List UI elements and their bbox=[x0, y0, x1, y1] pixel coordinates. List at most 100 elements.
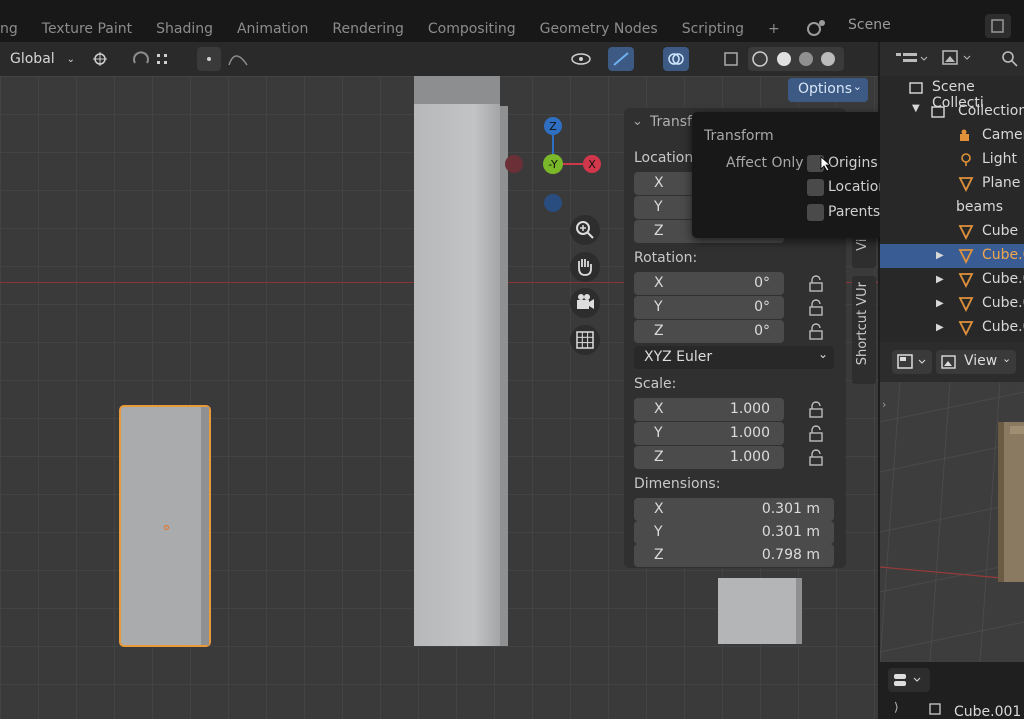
overlays-icon[interactable] bbox=[663, 47, 689, 71]
view-menu[interactable]: View ⌄ bbox=[936, 350, 1016, 374]
outliner-header bbox=[880, 42, 1024, 76]
location-label: Location: bbox=[634, 150, 698, 166]
proportional-editing-icon[interactable] bbox=[197, 47, 221, 71]
outliner-item-cube-003[interactable]: ▶ Cube.0 bbox=[880, 292, 1024, 316]
outliner-item-cube-002[interactable]: ▶ Cube.0 bbox=[880, 268, 1024, 292]
outliner-item-cube-004[interactable]: ▶ Cube.0 bbox=[880, 316, 1024, 340]
solid-shading-icon bbox=[777, 52, 791, 66]
search-icon[interactable] bbox=[1000, 49, 1020, 69]
workspace-tabs-bar: ng Texture Paint Shading Animation Rende… bbox=[0, 0, 1024, 42]
rotation-z-field[interactable]: Z 0° bbox=[634, 320, 784, 343]
lock-scale-z-icon[interactable] bbox=[806, 449, 826, 467]
properties-editor-icon[interactable] bbox=[888, 668, 930, 692]
outliner-item-collection[interactable]: ▼ Collection bbox=[880, 100, 1024, 124]
outliner-item-beams[interactable]: beams bbox=[880, 196, 1024, 220]
snapping-icon[interactable] bbox=[128, 47, 190, 71]
mesh-icon bbox=[958, 273, 974, 288]
dimensions-y-field[interactable]: Y 0.301 m bbox=[634, 521, 834, 544]
gizmo-z-label: Z bbox=[549, 120, 557, 133]
neg-x-axis-icon bbox=[505, 155, 523, 173]
grid-view-icon[interactable] bbox=[570, 325, 600, 355]
visibility-icon[interactable] bbox=[566, 47, 602, 71]
rotation-mode-dropdown[interactable]: XYZ Euler ⌄ bbox=[634, 346, 834, 369]
outliner-item-cube[interactable]: Cube bbox=[880, 220, 1024, 244]
neg-z-axis-icon bbox=[544, 194, 562, 212]
options-button[interactable]: Options ⌄ bbox=[788, 78, 868, 102]
gizmo-toggle-icon[interactable] bbox=[608, 47, 634, 71]
mesh-icon bbox=[958, 225, 974, 240]
lock-rotation-y-icon[interactable] bbox=[806, 299, 826, 317]
render-scene bbox=[880, 382, 1024, 662]
outliner-panel: Scene Collecti ▼ Collection Camer Light … bbox=[880, 42, 1024, 342]
rotation-y-field[interactable]: Y 0° bbox=[634, 296, 784, 319]
selected-cube-object[interactable] bbox=[119, 405, 211, 647]
tab-animation[interactable]: Animation bbox=[225, 18, 320, 40]
display-mode-icon[interactable] bbox=[894, 50, 928, 68]
tab-shading[interactable]: Shading bbox=[144, 18, 225, 40]
scale-label: Scale: bbox=[634, 376, 677, 392]
scene-icon[interactable] bbox=[805, 17, 833, 37]
new-scene-icon[interactable] bbox=[985, 14, 1011, 38]
render-viewport[interactable]: › bbox=[880, 382, 1024, 662]
xray-icon[interactable] bbox=[718, 47, 744, 71]
pivot-point-icon[interactable] bbox=[86, 47, 120, 71]
dimensions-label: Dimensions: bbox=[634, 476, 721, 492]
rotation-mode-value: XYZ Euler bbox=[644, 349, 713, 365]
add-workspace-button[interactable]: + bbox=[756, 18, 792, 40]
tab-layout-partial[interactable]: ng bbox=[0, 18, 30, 40]
chevron-right-icon: ▶ bbox=[936, 250, 944, 261]
orientation-dropdown[interactable]: Global ⌄ bbox=[0, 47, 75, 71]
zoom-icon[interactable] bbox=[570, 215, 600, 245]
outliner-item-camera[interactable]: Camer bbox=[880, 124, 1024, 148]
tab-rendering[interactable]: Rendering bbox=[320, 18, 416, 40]
outliner-item-cube-001[interactable]: ▶ Cube.0 bbox=[880, 244, 1024, 268]
light-icon bbox=[961, 153, 971, 166]
collection-icon bbox=[909, 82, 923, 94]
outliner-item-scene-collection[interactable]: Scene Collecti bbox=[880, 76, 1024, 111]
parents-checkbox[interactable] bbox=[807, 204, 824, 221]
mesh-icon bbox=[958, 321, 974, 336]
scale-z-field[interactable]: Z 1.000 bbox=[634, 446, 784, 469]
mesh-icon bbox=[958, 249, 974, 264]
chevron-down-icon[interactable]: ⌄ bbox=[632, 114, 643, 129]
navigation-gizmo[interactable]: Z -Y X bbox=[500, 116, 610, 216]
editor-type-icon[interactable] bbox=[892, 350, 932, 374]
affect-only-label: Affect Only bbox=[726, 155, 804, 171]
scale-y-field[interactable]: Y 1.000 bbox=[634, 422, 784, 445]
dimensions-z-field[interactable]: Z 0.798 m bbox=[634, 544, 834, 567]
lock-rotation-z-icon[interactable] bbox=[806, 323, 826, 341]
tab-compositing[interactable]: Compositing bbox=[416, 18, 528, 40]
gizmo-x-label: X bbox=[588, 158, 596, 171]
camera-view-icon[interactable] bbox=[570, 288, 600, 318]
mesh-icon bbox=[958, 177, 974, 192]
tab-scripting[interactable]: Scripting bbox=[670, 18, 756, 40]
outliner-item-light[interactable]: Light bbox=[880, 148, 1024, 172]
tab-texture-paint[interactable]: Texture Paint bbox=[30, 18, 144, 40]
chevron-down-icon: ⌄ bbox=[817, 347, 828, 361]
parents-label[interactable]: Parents bbox=[828, 204, 880, 220]
rotation-x-field[interactable]: X 0° bbox=[634, 272, 784, 295]
camera-icon bbox=[960, 129, 969, 141]
locations-checkbox[interactable] bbox=[807, 179, 824, 196]
filter-image-icon[interactable] bbox=[940, 48, 974, 68]
scale-x-field[interactable]: X 1.000 bbox=[634, 398, 784, 421]
collection-icon bbox=[931, 106, 945, 118]
chevron-right-icon[interactable]: › bbox=[882, 398, 886, 411]
scene-name[interactable]: Scene bbox=[848, 17, 891, 33]
gizmo-y-label: -Y bbox=[548, 158, 558, 171]
lock-scale-y-icon[interactable] bbox=[806, 425, 826, 443]
sidebar-tab-shortcut-vur[interactable]: Shortcut VUr bbox=[852, 276, 876, 384]
origins-label[interactable]: Origins bbox=[828, 155, 878, 171]
tall-beam-object[interactable] bbox=[414, 76, 508, 646]
outliner-item-plane[interactable]: Plane bbox=[880, 172, 1024, 196]
pin-icon[interactable]: ⟩ bbox=[894, 700, 899, 714]
pan-hand-icon[interactable] bbox=[570, 252, 600, 282]
dimensions-x-field[interactable]: X 0.301 m bbox=[634, 498, 834, 521]
falloff-icon[interactable] bbox=[224, 47, 252, 71]
small-cube-object[interactable] bbox=[718, 578, 802, 644]
chevron-right-icon: ▶ bbox=[936, 322, 944, 333]
lock-scale-x-icon[interactable] bbox=[806, 401, 826, 419]
lock-rotation-x-icon[interactable] bbox=[806, 275, 826, 293]
tab-geometry-nodes[interactable]: Geometry Nodes bbox=[528, 18, 670, 40]
rendered-shading-icon bbox=[821, 52, 835, 66]
